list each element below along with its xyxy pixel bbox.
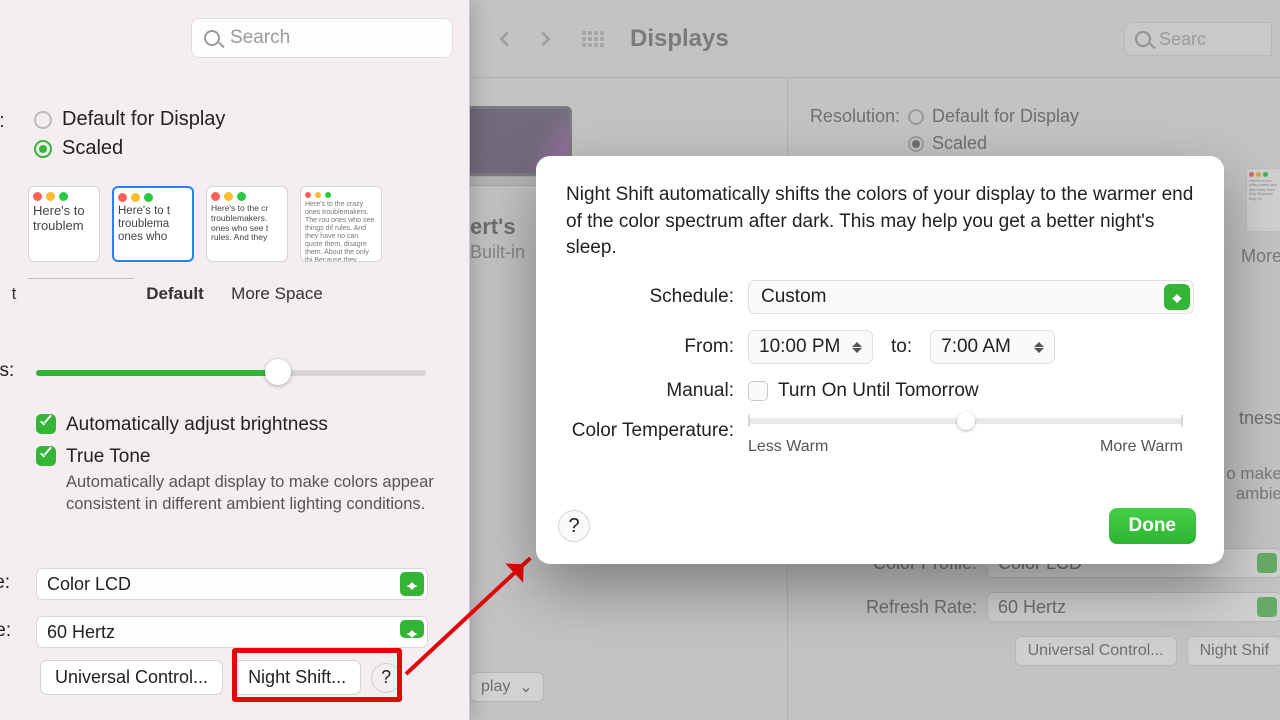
bg-search-input[interactable]: Searc — [1124, 22, 1272, 56]
bg-opt-scaled[interactable]: Scaled — [908, 133, 1079, 154]
color-label-cut: le: — [0, 572, 10, 594]
bg-refresh-select[interactable]: 60 Hertz — [987, 592, 1280, 622]
bg-universal-control-button[interactable]: Universal Control... — [1015, 636, 1177, 666]
night-shift-sheet: Night Shift automatically shifts the col… — [536, 156, 1224, 564]
night-shift-button[interactable]: Night Shift... — [233, 660, 361, 695]
bg-thumb-strip: Here's to the crazy ones who see rules. … — [1246, 168, 1280, 232]
to-label: to: — [891, 336, 912, 358]
true-tone-checkbox[interactable]: True Tone Automatically adapt display to… — [36, 446, 436, 516]
forward-icon[interactable] — [534, 28, 556, 50]
back-icon[interactable] — [494, 28, 516, 50]
brightness-label-cut: ss: — [0, 360, 14, 382]
search-placeholder: Search — [230, 27, 290, 49]
bg-opt-default[interactable]: Default for Display — [908, 106, 1079, 127]
cap-more: More Space — [222, 284, 332, 304]
bg-refresh-label: Refresh Rate: — [827, 597, 987, 618]
from-label: From: — [566, 336, 748, 358]
opt-default[interactable]: Default for Display — [34, 108, 225, 131]
search-icon — [1135, 31, 1151, 47]
help-button[interactable]: ? — [558, 510, 590, 542]
divider-line — [28, 278, 134, 279]
stepper-icon — [848, 335, 866, 359]
bg-display-dropdown[interactable]: play ⌄ — [470, 672, 544, 702]
checkbox-checked-icon — [36, 414, 56, 434]
resolution-label-cut: n: — [0, 110, 5, 133]
resolution-thumbnails: Here's to troublem Here's to t troublema… — [28, 186, 382, 262]
bg-more-label: More — [1241, 246, 1280, 267]
thumb-more-space[interactable]: Here's to the crazy ones troublemakers. … — [300, 186, 382, 262]
from-time-stepper[interactable]: 10:00 PM — [748, 330, 873, 364]
search-icon — [204, 30, 220, 46]
color-temperature-slider[interactable] — [748, 418, 1183, 424]
bg-search-placeholder: Searc — [1159, 29, 1206, 50]
stepper-icon — [400, 572, 424, 596]
true-tone-desc: Automatically adapt display to make colo… — [66, 471, 436, 516]
to-time-stepper[interactable]: 7:00 AM — [930, 330, 1055, 364]
cap-default: Default — [128, 284, 222, 304]
thumb-larger-text[interactable]: Here's to troublem — [28, 186, 100, 262]
auto-brightness-checkbox[interactable]: Automatically adjust brightness — [36, 414, 436, 436]
true-tone-label: True Tone — [66, 446, 436, 468]
stepper-icon — [1164, 284, 1190, 310]
color-profile-select[interactable]: Color LCD — [36, 568, 428, 600]
manual-checkbox[interactable] — [748, 381, 768, 401]
grid-icon[interactable] — [582, 31, 604, 47]
bg-night-shift-button[interactable]: Night Shif — [1187, 636, 1280, 666]
help-button[interactable]: ? — [371, 663, 401, 693]
brightness-slider[interactable] — [36, 362, 426, 380]
universal-control-button[interactable]: Universal Control... — [40, 660, 223, 695]
cap-larger: t — [0, 284, 34, 304]
opt-scaled[interactable]: Scaled — [34, 137, 225, 160]
less-warm-label: Less Warm — [748, 438, 828, 456]
more-warm-label: More Warm — [1100, 438, 1183, 456]
bg-thumb[interactable]: Here's to the crazy ones who see rules. … — [1246, 168, 1280, 232]
done-button[interactable]: Done — [1109, 508, 1197, 544]
schedule-label: Schedule: — [566, 286, 748, 308]
refresh-rate-select[interactable]: 60 Hertz — [36, 616, 428, 648]
rate-label-cut: te: — [0, 620, 11, 642]
search-input[interactable]: Search — [191, 18, 453, 58]
page-title: Displays — [630, 25, 729, 53]
checkbox-checked-icon — [36, 446, 56, 466]
thumb-selected[interactable]: Here's to t troublema ones who — [112, 186, 194, 262]
stepper-icon — [1030, 335, 1048, 359]
manual-label: Manual: — [566, 380, 748, 402]
bg-toolbar: Displays Searc — [470, 0, 1280, 78]
foreground-pane: Search n: Default for Display Scaled Her… — [0, 0, 470, 720]
bg-resolution-label: Resolution: — [788, 106, 908, 127]
temp-label: Color Temperature: — [566, 418, 748, 442]
night-shift-desc: Night Shift automatically shifts the col… — [566, 182, 1194, 262]
schedule-select[interactable]: Custom — [748, 280, 1194, 314]
manual-text: Turn On Until Tomorrow — [778, 380, 979, 402]
thumb-default[interactable]: Here's to the cr troublemakers. ones who… — [206, 186, 288, 262]
stepper-icon — [400, 620, 424, 638]
